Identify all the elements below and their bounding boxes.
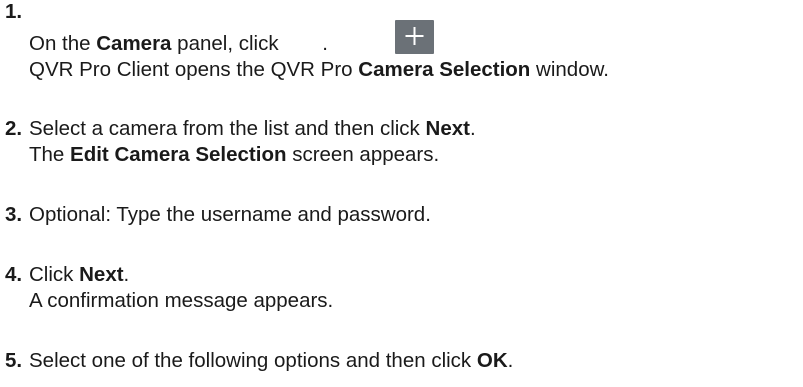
next-label: Next — [425, 117, 470, 140]
step-number: 3. — [5, 203, 23, 226]
step-4: 4. Click Next. A confirmation message ap… — [0, 262, 803, 322]
step-number: 4. — [5, 263, 23, 286]
step-1-line-1: On the Camera panel, click . — [29, 32, 328, 55]
step-3: 3. Optional: Type the username and passw… — [0, 202, 803, 232]
next-label: Next — [79, 263, 124, 286]
camera-panel-label: Camera — [96, 32, 172, 55]
camera-selection-label: Camera Selection — [358, 58, 531, 81]
add-camera-button[interactable] — [395, 20, 434, 54]
step-number: 2. — [5, 117, 23, 140]
step-number: 1. — [5, 0, 23, 23]
edit-camera-selection-label: Edit Camera Selection — [70, 143, 287, 166]
step-1: 1. On the Camera panel, click . QVR Pro … — [0, 0, 803, 85]
step-3-line-1: Optional: Type the username and password… — [29, 203, 431, 226]
step-4-line-2: A confirmation message appears. — [29, 289, 334, 312]
step-2-line-2: The Edit Camera Selection screen appears… — [29, 143, 440, 166]
step-5: 5. Select one of the following options a… — [0, 348, 803, 378]
step-number: 5. — [5, 349, 23, 372]
ok-label: OK — [476, 349, 508, 372]
step-2: 2. Select a camera from the list and the… — [0, 116, 803, 176]
step-2-line-1: Select a camera from the list and then c… — [29, 117, 476, 140]
step-5-line-1: Select one of the following options and … — [29, 349, 514, 372]
plus-icon — [405, 27, 424, 45]
step-1-line-2: QVR Pro Client opens the QVR Pro Camera … — [29, 58, 609, 81]
step-4-line-1: Click Next. — [29, 263, 130, 286]
